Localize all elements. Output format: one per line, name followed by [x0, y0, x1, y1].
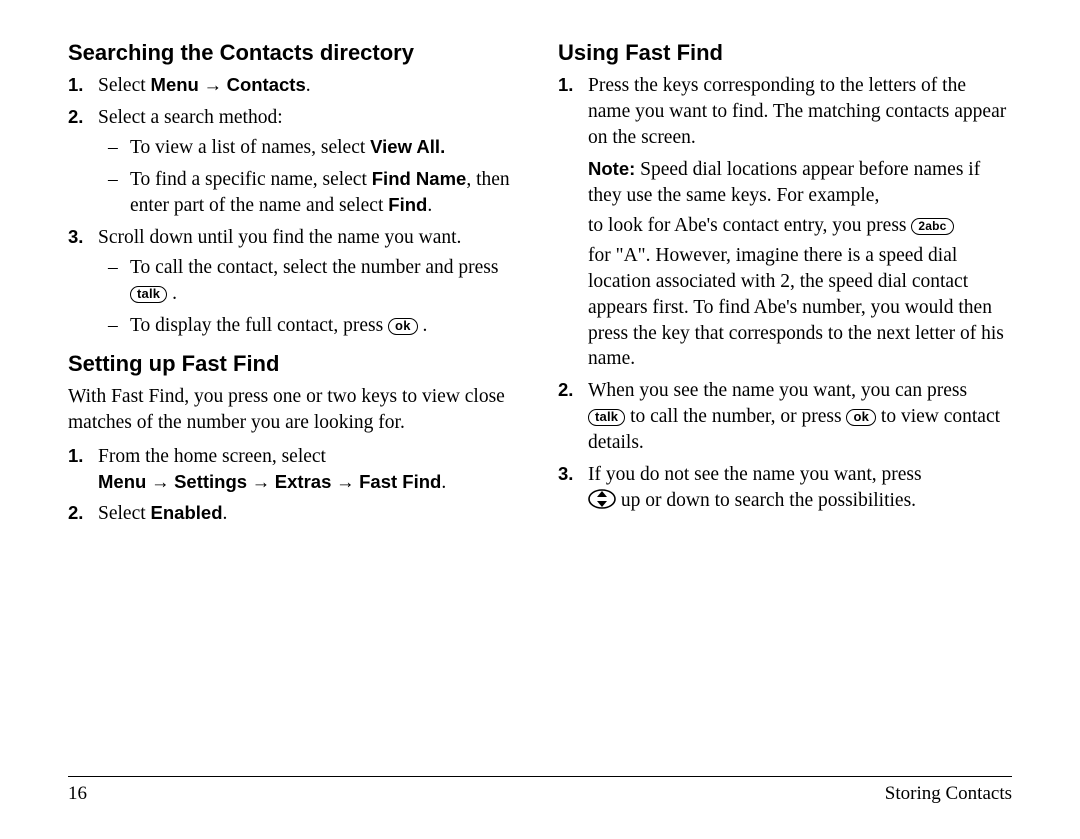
body-text: Speed dial locations appear before names… [588, 159, 980, 206]
body-text: From the home screen, select [98, 446, 326, 467]
list-item: 2. Select a search method: To view a lis… [68, 105, 522, 219]
heading-setting-up-fast-find: Setting up Fast Find [68, 349, 522, 378]
body-text: . [167, 283, 177, 304]
arrow-icon: → [331, 473, 359, 493]
searching-steps: 1. Select Menu → Contacts. 2. Select a s… [68, 73, 522, 338]
body-text: Scroll down until you find the name you … [98, 227, 461, 248]
body-text: up or down to search the possibilities. [616, 490, 916, 511]
list-item: To display the full contact, press ok . [98, 313, 522, 339]
find-name-label: Find Name [372, 168, 467, 189]
path-fast-find: Fast Find [359, 471, 441, 492]
talk-key-icon: talk [130, 286, 167, 303]
body-text: To view a list of names, select [130, 137, 370, 158]
contacts-label: Contacts [227, 74, 306, 95]
body-text: to call the number, or press [625, 406, 846, 427]
ok-key-icon: ok [846, 409, 876, 426]
page-footer: 16 Storing Contacts [68, 776, 1012, 805]
body-text: . [418, 315, 428, 336]
body-text: Select [98, 75, 151, 96]
sub-list: To view a list of names, select View All… [98, 135, 522, 219]
body-text: . [427, 195, 432, 216]
body-text: . [441, 472, 446, 493]
body-text: Press the keys corresponding to the lett… [588, 75, 1006, 148]
footer-rule [68, 776, 1012, 777]
right-column: Using Fast Find 1. Press the keys corres… [558, 38, 1012, 839]
path-menu: Menu [98, 471, 146, 492]
section-title: Storing Contacts [885, 783, 1012, 805]
step-number: 1. [68, 444, 83, 469]
path-extras: Extras [275, 471, 332, 492]
list-item: 1. Select Menu → Contacts. [68, 73, 522, 99]
list-item: To find a specific name, select Find Nam… [98, 167, 522, 219]
body-text: Select a search method: [98, 107, 283, 128]
using-fast-find-steps-cont: 2. When you see the name you want, you c… [558, 378, 1012, 517]
note-block: Note: Speed dial locations appear before… [558, 157, 1012, 372]
step-number: 1. [558, 73, 573, 98]
arrow-icon: → [146, 473, 174, 493]
sub-list: To call the contact, select the number a… [98, 255, 522, 339]
body-text: for "A". However, imagine there is a spe… [588, 243, 1012, 373]
list-item: 3. If you do not see the name you want, … [558, 462, 1012, 517]
fast-find-intro: With Fast Find, you press one or two key… [68, 384, 522, 436]
list-item: 3. Scroll down until you find the name y… [68, 225, 522, 339]
using-fast-find-steps: 1. Press the keys corresponding to the l… [558, 73, 1012, 151]
list-item: 1. From the home screen, select Menu → S… [68, 444, 522, 496]
body-text: To call the contact, select the number a… [130, 257, 498, 278]
step-number: 2. [558, 378, 573, 403]
page-number: 16 [68, 783, 87, 805]
step-number: 2. [68, 105, 83, 130]
body-text: Select [98, 503, 151, 524]
note-label: Note: [588, 158, 635, 179]
list-item: To call the contact, select the number a… [98, 255, 522, 307]
body-text: When you see the name you want, you can … [588, 380, 967, 401]
body-text: . [306, 75, 311, 96]
find-label: Find [388, 194, 427, 215]
nav-up-down-icon [588, 489, 616, 517]
body-text: to look for Abe's contact entry, you pre… [588, 215, 911, 236]
step-number: 3. [558, 462, 573, 487]
ok-key-icon: ok [388, 318, 418, 335]
step-number: 1. [68, 73, 83, 98]
heading-searching-contacts: Searching the Contacts directory [68, 38, 522, 67]
list-item: 1. Press the keys corresponding to the l… [558, 73, 1012, 151]
two-column-layout: Searching the Contacts directory 1. Sele… [68, 38, 1012, 839]
step-number: 3. [68, 225, 83, 250]
body-text: . [223, 503, 228, 524]
fast-find-steps: 1. From the home screen, select Menu → S… [68, 444, 522, 528]
body-text: To display the full contact, press [130, 315, 388, 336]
enabled-label: Enabled [151, 502, 223, 523]
view-all-label: View All. [370, 136, 445, 157]
page: Searching the Contacts directory 1. Sele… [0, 0, 1080, 839]
body-text: To find a specific name, select [130, 169, 372, 190]
two-abc-key-icon: 2abc [911, 218, 953, 235]
list-item: 2. Select Enabled. [68, 501, 522, 527]
talk-key-icon: talk [588, 409, 625, 426]
path-settings: Settings [174, 471, 247, 492]
left-column: Searching the Contacts directory 1. Sele… [68, 38, 522, 839]
heading-using-fast-find: Using Fast Find [558, 38, 1012, 67]
menu-label: Menu [151, 74, 199, 95]
arrow-icon: → [199, 76, 227, 96]
body-text: If you do not see the name you want, pre… [588, 464, 922, 485]
step-number: 2. [68, 501, 83, 526]
list-item: 2. When you see the name you want, you c… [558, 378, 1012, 456]
list-item: To view a list of names, select View All… [98, 135, 522, 161]
arrow-icon: → [247, 473, 275, 493]
